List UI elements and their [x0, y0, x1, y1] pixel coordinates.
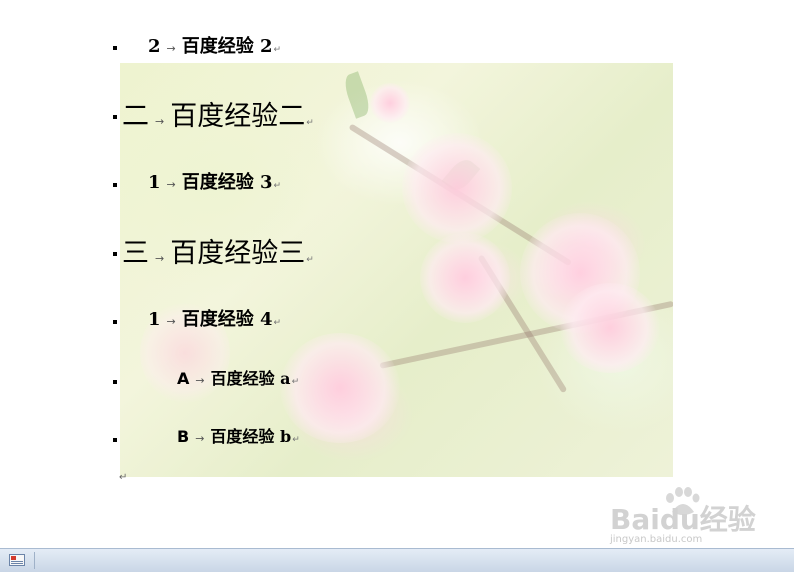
paragraph-mark-icon: ↵ — [291, 377, 300, 387]
item-text: 百度经验 2 — [181, 36, 273, 57]
list-bullet — [113, 115, 117, 119]
list-item[interactable]: A → 百度经验 a↵ — [177, 365, 299, 389]
tab-arrow-icon: → — [166, 315, 176, 328]
watermark: Baidu经验 jingyan.baidu.com — [584, 486, 756, 546]
item-text: 百度经验 4 — [181, 309, 273, 330]
list-bullet — [113, 252, 117, 256]
item-text: 百度经验二 — [170, 101, 306, 132]
list-item[interactable]: 二 → 百度经验二↵ — [122, 94, 314, 133]
tab-arrow-icon: → — [166, 178, 176, 191]
status-bar — [0, 548, 794, 572]
list-item[interactable]: B → 百度经验 b↵ — [177, 423, 300, 447]
item-number: 1 — [148, 172, 161, 193]
tab-arrow-icon: → — [155, 115, 165, 128]
tab-arrow-icon: → — [166, 42, 176, 55]
tab-arrow-icon: → — [195, 432, 205, 445]
paragraph-mark-icon: ↵ — [273, 318, 282, 328]
end-paragraph-mark-icon: ↵ — [119, 472, 128, 483]
list-bullet — [113, 438, 117, 442]
list-bullet — [113, 380, 117, 384]
document-page[interactable]: 2 → 百度经验 2↵ 二 → 百度经验二↵ 1 → 百度经验 3↵ 三 → 百度经验三↵ 1 →… — [0, 0, 794, 548]
list-item[interactable]: 1 → 百度经验 4↵ — [148, 305, 281, 331]
item-text: 百度经验 3 — [181, 172, 273, 193]
item-number: 1 — [148, 309, 161, 330]
item-number: 三 — [122, 238, 149, 269]
watermark-brand: Baidu经验 — [610, 503, 756, 536]
item-number: 2 — [148, 36, 161, 57]
list-item[interactable]: 2 → 百度经验 2↵ — [148, 32, 281, 58]
tab-arrow-icon: → — [155, 252, 165, 265]
list-bullet — [113, 46, 117, 50]
paragraph-mark-icon: ↵ — [306, 255, 314, 265]
list-item[interactable]: 三 → 百度经验三↵ — [122, 231, 314, 270]
watermark-url: jingyan.baidu.com — [610, 534, 703, 545]
tab-arrow-icon: → — [195, 374, 205, 387]
list-item[interactable]: 1 → 百度经验 3↵ — [148, 168, 281, 194]
document-view-icon[interactable] — [9, 554, 25, 566]
status-separator — [34, 552, 35, 569]
item-number: B — [177, 427, 190, 446]
item-number: A — [177, 369, 190, 388]
paragraph-mark-icon: ↵ — [273, 45, 282, 55]
item-text: 百度经验 a — [210, 369, 291, 388]
item-text: 百度经验三 — [170, 238, 306, 269]
item-number: 二 — [122, 101, 149, 132]
paragraph-mark-icon: ↵ — [306, 118, 314, 128]
paragraph-mark-icon: ↵ — [273, 181, 282, 191]
list-bullet — [113, 183, 117, 187]
paragraph-mark-icon: ↵ — [292, 435, 300, 445]
item-text: 百度经验 b — [210, 427, 292, 446]
list-bullet — [113, 320, 117, 324]
